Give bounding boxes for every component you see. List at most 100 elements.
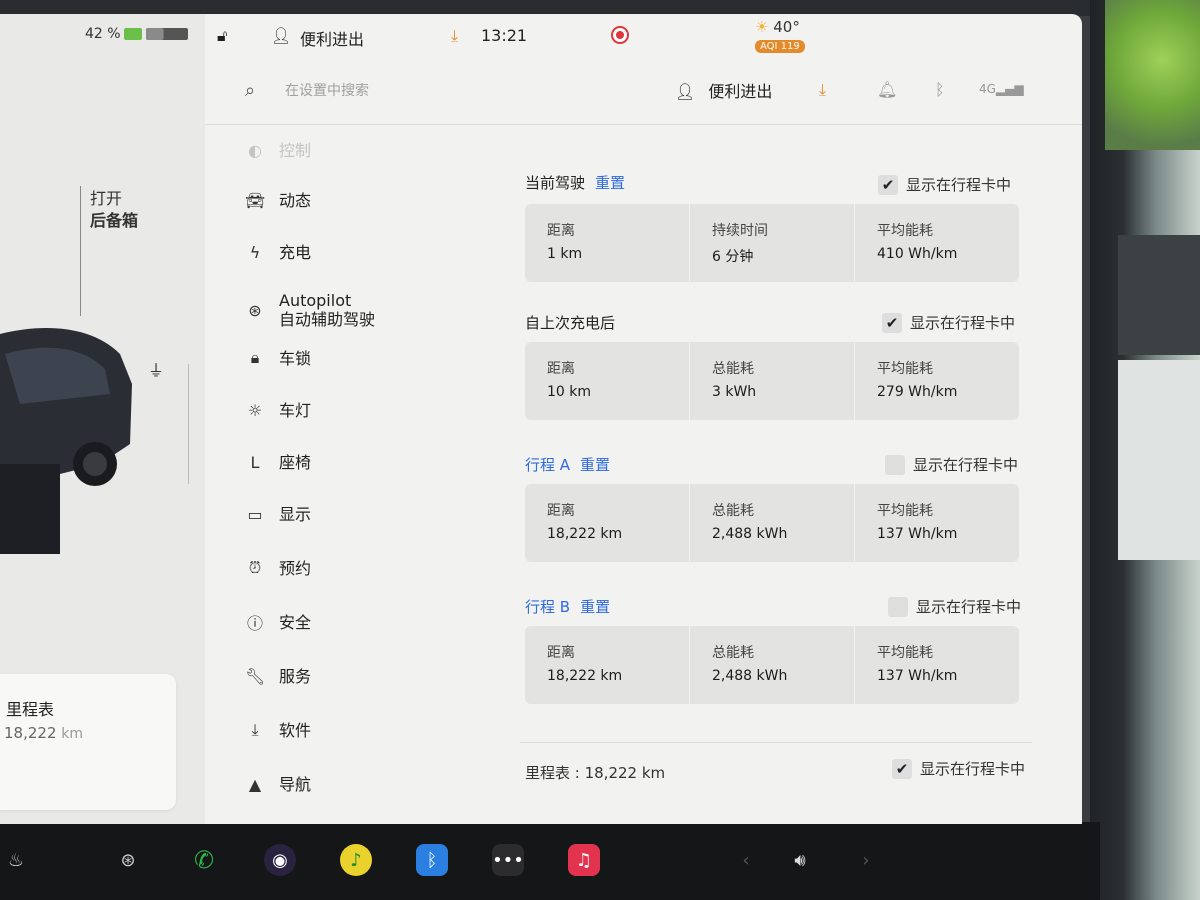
nav-item-label: 充电 <box>279 242 312 262</box>
bluetooth-icon[interactable]: ᛒ <box>935 80 945 99</box>
charge-port-icon[interactable]: ⏚ <box>148 357 164 381</box>
stat-value: 1 km <box>547 246 583 262</box>
stat-label: 平均能耗 <box>877 361 933 377</box>
reset-current-drive-button[interactable]: 重置 <box>595 174 625 192</box>
show-trip-b-checkbox[interactable]: 显示在行程卡中 <box>888 596 1021 617</box>
steering-heater-icon[interactable]: ⊛ <box>112 844 144 876</box>
settings-nav: ◐ 控制 🚘︎ 动态 ϟ 充电 ⊛ Autopilot 自动辅助驾驶 🔒︎ 车锁… <box>205 124 495 824</box>
section-trip-a: 行程 A 重置 <box>525 454 610 475</box>
download-icon[interactable]: ⤓ <box>451 26 458 46</box>
unlock-icon[interactable]: 🔓︎ <box>217 26 227 46</box>
nav-item-dynamics[interactable]: 🚘︎ 动态 <box>245 180 311 220</box>
stat-value: 6 分钟 <box>712 249 754 265</box>
alarm-icon: ⏰︎ <box>248 558 262 577</box>
volume-icon[interactable]: 🔊︎ <box>784 844 816 876</box>
stat-cell: 平均能耗 137 Wh/km <box>855 484 1019 562</box>
nav-item-label: 预约 <box>279 558 312 578</box>
car-icon: 🚘︎ <box>245 190 266 210</box>
seat-heater-icon[interactable]: ♨ <box>0 844 32 876</box>
checkbox-label: 显示在行程卡中 <box>906 176 1012 194</box>
stat-value: 18,222 km <box>547 668 623 684</box>
reset-trip-a-button[interactable]: 重置 <box>580 456 610 474</box>
more-apps-icon[interactable]: ••• <box>492 844 524 876</box>
nav-item-service[interactable]: 🔧︎ 服务 <box>245 656 311 696</box>
checkbox-trip-b <box>888 596 908 617</box>
status-user-name[interactable]: 便利进出 <box>300 26 364 50</box>
open-trunk-button[interactable]: 打开 后备箱 <box>90 188 138 232</box>
nav-item-sublabel: 自动辅助驾驶 <box>279 310 376 329</box>
trip-b-card: 距离 18,222 km 总能耗 2,488 kWh 平均能耗 137 Wh/k… <box>525 626 1019 704</box>
nav-item-navigation[interactable]: ▲ 导航 <box>245 764 311 804</box>
bolt-icon: ϟ <box>249 242 261 262</box>
profile-button[interactable]: 👤︎ 便利进出 <box>675 78 772 102</box>
bluetooth-icon[interactable]: ᛒ <box>416 844 448 876</box>
nav-item-schedule[interactable]: ⏰︎ 预约 <box>245 548 311 588</box>
nav-item-seats[interactable]: 𝖫 座椅 <box>245 442 311 482</box>
music-icon[interactable]: ♫ <box>568 844 600 876</box>
show-odometer-checkbox[interactable]: ✔ 显示在行程卡中 <box>892 758 1025 779</box>
nav-item-charging[interactable]: ϟ 充电 <box>245 232 311 272</box>
show-since-charge-checkbox[interactable]: ✔ 显示在行程卡中 <box>882 312 1015 333</box>
show-trip-a-checkbox[interactable]: 显示在行程卡中 <box>885 454 1018 475</box>
weather: ☀ 40° <box>755 18 800 36</box>
checkbox-label: 显示在行程卡中 <box>913 456 1019 474</box>
nav-item-label: 导航 <box>279 774 312 794</box>
stat-label: 平均能耗 <box>877 503 933 519</box>
odometer-card: 里程表 18,222 km <box>0 674 176 810</box>
profile-name: 便利进出 <box>708 82 773 101</box>
nav-item-display[interactable]: ▭ 显示 <box>245 494 311 534</box>
stat-label: 平均能耗 <box>877 223 933 239</box>
nav-item-autopilot[interactable]: ⊛ Autopilot 自动辅助驾驶 <box>245 284 375 336</box>
steering-wheel-icon: ⊛ <box>248 300 262 320</box>
car-panel: 42 % 打开 后备箱 ⏚ 里程表 18,222 km <box>0 14 205 824</box>
display-icon: ▭ <box>247 504 263 524</box>
nav-item-label: 车灯 <box>279 400 312 420</box>
stat-cell: 距离 10 km <box>525 342 690 420</box>
nav-item-label: 座椅 <box>279 452 312 472</box>
reset-trip-b-button[interactable]: 重置 <box>580 598 610 616</box>
software-update-icon[interactable]: ⤓ <box>819 80 826 100</box>
nav-item-lights[interactable]: ☼ 车灯 <box>245 390 311 430</box>
background-dash <box>1118 235 1200 355</box>
chevron-left-icon[interactable]: ‹ <box>730 844 762 876</box>
section-title: 行程 B <box>525 598 571 616</box>
odometer-readout: 18,222 km <box>4 724 83 742</box>
current-drive-card: 距离 1 km 持续时间 6 分钟 平均能耗 410 Wh/km <box>525 204 1019 282</box>
checkbox-trip-a <box>885 454 905 475</box>
music-app-icon[interactable]: ♪ <box>340 844 372 876</box>
lock-icon: 🔒︎ <box>250 348 260 367</box>
stat-cell: 总能耗 2,488 kWh <box>690 484 855 562</box>
nav-item-locks[interactable]: 🔒︎ 车锁 <box>245 338 311 378</box>
stat-cell: 总能耗 3 kWh <box>690 342 855 420</box>
stat-label: 距离 <box>547 645 575 661</box>
temperature: 40° <box>773 18 800 36</box>
camera-icon[interactable]: ◉ <box>264 844 296 876</box>
checkbox-current: ✔ <box>878 174 898 195</box>
wrench-icon: 🔧︎ <box>245 666 266 686</box>
settings-search-input[interactable] <box>283 78 527 104</box>
show-current-drive-checkbox[interactable]: ✔ 显示在行程卡中 <box>878 174 1011 195</box>
stat-label: 距离 <box>547 361 575 377</box>
odometer-value: 18,222 <box>4 724 57 742</box>
dashcam-record-icon[interactable] <box>611 26 629 44</box>
stat-cell: 平均能耗 410 Wh/km <box>855 204 1019 282</box>
stat-label: 总能耗 <box>712 361 754 377</box>
safety-icon: ⓘ <box>246 614 263 633</box>
nav-item-software[interactable]: ⤓ 软件 <box>245 710 311 750</box>
section-current-drive: 当前驾驶 重置 <box>525 172 625 193</box>
stat-cell: 总能耗 2,488 kWh <box>690 626 855 704</box>
signal-icon: 4G▂▄▆ <box>979 82 1024 96</box>
nav-item-label: 软件 <box>279 720 312 740</box>
bell-icon[interactable]: 🔔︎ <box>877 80 897 99</box>
chevron-right-icon[interactable]: › <box>850 844 882 876</box>
phone-icon[interactable]: ✆ <box>188 844 220 876</box>
nav-item-safety[interactable]: ⓘ 安全 <box>245 602 311 642</box>
user-icon: 👤︎ <box>271 26 292 45</box>
dock: ♨ ⊛ ✆ ◉ ♪ ᛒ ••• ♫ ‹ 🔊︎ › <box>0 830 1100 894</box>
checkbox-label: 显示在行程卡中 <box>916 598 1022 616</box>
checkbox-odometer: ✔ <box>892 758 912 779</box>
checkbox-label: 显示在行程卡中 <box>910 314 1016 332</box>
touchscreen: 42 % 打开 后备箱 ⏚ 里程表 18,222 km 🔓︎ 👤︎ 便利进出 ⤓… <box>0 14 1082 824</box>
stat-value: 137 Wh/km <box>877 668 958 684</box>
nav-item-controls[interactable]: ◐ 控制 <box>245 130 311 170</box>
